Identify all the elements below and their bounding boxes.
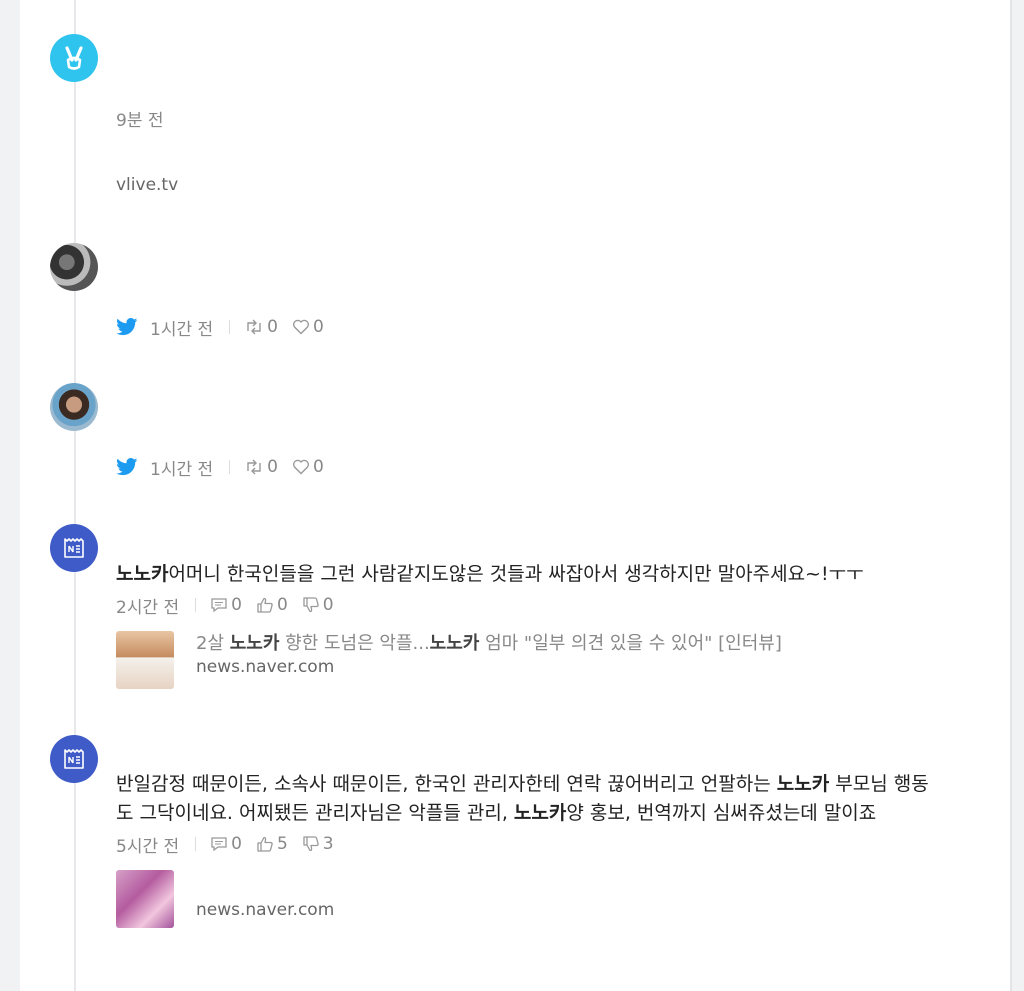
divider [229,320,231,334]
thumbs-down-icon [303,836,319,852]
retweet-icon [247,459,261,475]
divider [229,460,231,474]
timestamp: 9분 전 [116,110,164,131]
upvote-count: 5 [276,834,288,854]
feed-item-news-comment[interactable]: 노노카어머니 한국인들을 그런 사람같지도않은 것들과 싸잡아서 생각하지만 말… [116,560,956,689]
news-avatar[interactable] [50,735,98,783]
link-info: news.naver.com [196,870,334,920]
divider [195,837,197,851]
link-info: 2살 노노카 향한 도넘은 악플...노노카 엄마 "일부 의견 있을 수 있어… [196,631,782,677]
comment-icon [211,598,227,613]
divider [195,598,197,612]
news-icon [64,749,84,769]
comment-icon [211,837,227,852]
comment-stat[interactable]: 0 [210,595,242,615]
comment-count: 0 [231,834,242,854]
thumbs-up-icon [257,597,273,613]
feed-item-news-comment[interactable]: 반일감정 때문이든, 소속사 때문이든, 한국인 관리자한테 연락 끊어버리고 … [116,770,931,928]
twitter-bird-icon [116,458,138,476]
timestamp: 1시간 전 [150,319,214,340]
item-meta: 1시간 전 0 0 [116,455,956,480]
comment-stat[interactable]: 0 [210,834,242,854]
heart-icon [292,319,309,335]
twitter-bird-icon [116,318,138,336]
retweet-count: 0 [267,457,278,477]
link-thumbnail[interactable] [116,870,174,928]
feed-item-tweet[interactable]: 1시간 전 0 0 [116,455,956,480]
timestamp: 5시간 전 [116,836,180,857]
comment-count: 0 [231,595,242,615]
link-preview[interactable]: news.naver.com [116,870,931,928]
news-avatar[interactable] [50,524,98,572]
news-icon [64,538,84,558]
upvote-count: 0 [276,595,288,615]
link-domain[interactable]: news.naver.com [196,657,782,677]
item-meta: 9분 전 [116,106,956,131]
user-avatar[interactable] [50,243,98,291]
heart-icon [292,459,309,475]
like-stat[interactable]: 0 [292,317,324,337]
feed-item-tweet[interactable]: 1시간 전 0 0 [116,315,956,340]
upvote-stat[interactable]: 5 [256,834,288,854]
feed-card: 9분 전 vlive.tv 1시간 전 0 0 1시간 전 0 0 노노카어머니… [20,0,1010,991]
downvote-count: 3 [322,834,334,854]
item-meta: 5시간 전 0 5 3 [116,832,931,857]
like-count: 0 [312,317,324,337]
thumbs-up-icon [257,836,273,852]
comment-text: 반일감정 때문이든, 소속사 때문이든, 한국인 관리자한테 연락 끊어버리고 … [116,773,929,824]
keyword-highlight: 노노카 [116,563,169,585]
item-meta: 2시간 전 0 0 0 [116,593,956,618]
link-domain[interactable]: news.naver.com [196,900,334,920]
retweet-icon [247,319,261,335]
vlive-v-icon [65,46,83,70]
vlive-avatar[interactable] [50,34,98,82]
like-count: 0 [312,457,324,477]
link-preview[interactable]: 2살 노노카 향한 도넘은 악플...노노카 엄마 "일부 의견 있을 수 있어… [116,631,956,689]
downvote-count: 0 [322,595,334,615]
upvote-stat[interactable]: 0 [256,595,288,615]
timestamp: 1시간 전 [150,459,214,480]
comment-text: 노노카어머니 한국인들을 그런 사람같지도않은 것들과 싸잡아서 생각하지만 말… [116,563,864,585]
retweet-stat[interactable]: 0 [244,457,278,477]
user-avatar[interactable] [50,383,98,431]
like-stat[interactable]: 0 [292,457,324,477]
thumbs-down-icon [303,597,319,613]
link-title[interactable]: 2살 노노카 향한 도넘은 악플...노노카 엄마 "일부 의견 있을 수 있어… [196,631,782,657]
source-domain[interactable]: vlive.tv [116,175,956,195]
retweet-stat[interactable]: 0 [244,317,278,337]
downvote-stat[interactable]: 0 [302,595,334,615]
link-thumbnail[interactable] [116,631,174,689]
scrollbar-edge[interactable] [1010,0,1012,991]
item-meta: 1시간 전 0 0 [116,315,956,340]
retweet-count: 0 [267,317,278,337]
timeline-line [74,0,76,991]
feed-item-vlive[interactable]: 9분 전 vlive.tv [116,106,956,196]
timestamp: 2시간 전 [116,597,180,618]
downvote-stat[interactable]: 3 [302,834,334,854]
